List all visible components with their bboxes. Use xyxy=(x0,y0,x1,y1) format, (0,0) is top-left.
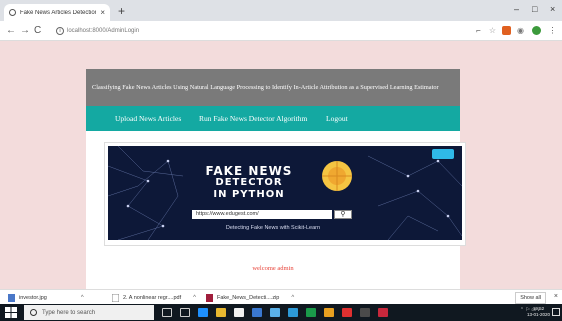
download-name: Fake_News_Detecti....zip xyxy=(217,294,280,301)
microphone-icon[interactable] xyxy=(162,308,172,317)
poster-title-line2: DETECTOR xyxy=(215,177,283,188)
app-icon[interactable] xyxy=(306,308,316,317)
search-icon: ⚲ xyxy=(334,210,352,219)
main-menu: Upload News Articles Run Fake News Detec… xyxy=(86,106,460,131)
taskbar-search-box[interactable]: Type here to search xyxy=(24,305,154,320)
extension-shield-icon[interactable]: ◉ xyxy=(516,26,525,35)
app-icon[interactable] xyxy=(360,308,370,317)
reload-button[interactable]: C xyxy=(34,25,41,37)
windows-taskbar: Type here to search ⌃ ⚐ ▭ ♪ 19:52 13-01-… xyxy=(0,304,562,321)
fake-news-poster-image: FAKE NEWS DETECTOR IN PYTHON https://www… xyxy=(108,146,462,240)
poster-title-line1: FAKE NEWS xyxy=(205,164,293,178)
address-text: localhost:8000/AdminLogin xyxy=(67,28,140,34)
zip-file-icon xyxy=(206,293,213,302)
browser-toolbar: ← → C i localhost:8000/AdminLogin ⌐ ☆ ◉ … xyxy=(0,21,562,41)
forward-button[interactable]: → xyxy=(20,25,30,37)
task-view-icon[interactable] xyxy=(180,308,190,317)
chevron-up-icon[interactable]: ^ xyxy=(193,295,196,301)
menu-run-detector[interactable]: Run Fake News Detector Algorithm xyxy=(199,106,307,131)
download-name: investor.jpg xyxy=(19,294,47,301)
edge-browser-icon[interactable] xyxy=(198,308,208,317)
chrome-icon[interactable] xyxy=(324,308,334,317)
browser-tab[interactable]: Fake News Articles Detection Usi × xyxy=(4,4,110,21)
poster-caption: Detecting Fake News with Scikit-Learn xyxy=(225,225,321,231)
download-item[interactable]: investor.jpg ^ xyxy=(8,290,84,305)
app-icon[interactable] xyxy=(270,308,280,317)
extension-icon[interactable] xyxy=(502,26,511,35)
banner-title: Classifying Fake News Articles Using Nat… xyxy=(92,84,439,91)
tab-title: Fake News Articles Detection Usi xyxy=(20,9,97,16)
star-icon[interactable]: ☆ xyxy=(488,26,497,35)
key-icon[interactable]: ⌐ xyxy=(474,26,483,35)
maximize-button[interactable]: □ xyxy=(532,4,537,14)
app-icon[interactable] xyxy=(342,308,352,317)
poster-title-line3: IN PYTHON xyxy=(213,189,285,200)
taskbar-search-placeholder: Type here to search xyxy=(42,309,96,316)
taskbar-clock[interactable]: 19:52 13-01-2020 xyxy=(527,306,550,318)
logo-badge-icon xyxy=(432,149,454,159)
globe-icon xyxy=(9,9,16,16)
welcome-message: welcome admin xyxy=(252,265,294,272)
download-item[interactable]: 2. A nonlinear regr....pdf ^ xyxy=(112,290,196,305)
content-area: FAKE NEWS DETECTOR IN PYTHON https://www… xyxy=(86,131,466,289)
file-explorer-icon[interactable] xyxy=(216,308,226,317)
page-viewport: Classifying Fake News Articles Using Nat… xyxy=(0,41,562,289)
notification-icon[interactable] xyxy=(552,308,560,316)
info-icon[interactable]: i xyxy=(56,27,64,35)
store-icon[interactable] xyxy=(234,308,244,317)
image-file-icon xyxy=(8,293,15,302)
download-item[interactable]: Fake_News_Detecti....zip ^ xyxy=(206,290,294,305)
profile-avatar[interactable] xyxy=(532,26,541,35)
menu-upload-news-articles[interactable]: Upload News Articles xyxy=(115,106,181,131)
windows-start-icon[interactable] xyxy=(5,307,17,318)
download-name: 2. A nonlinear regr....pdf xyxy=(123,294,182,301)
pdf-file-icon xyxy=(112,293,119,302)
menu-dots-icon[interactable]: ⋮ xyxy=(548,26,557,35)
app-icon[interactable] xyxy=(378,308,388,317)
close-window-button[interactable]: × xyxy=(550,4,555,14)
mail-icon[interactable] xyxy=(252,308,262,317)
close-shelf-button[interactable]: × xyxy=(554,293,558,300)
chevron-up-icon[interactable]: ^ xyxy=(291,295,294,301)
app-icon[interactable] xyxy=(288,308,298,317)
browser-tab-strip: Fake News Articles Detection Usi × + – □… xyxy=(0,0,562,21)
brain-icon xyxy=(322,161,352,191)
clock-date: 13-01-2020 xyxy=(526,312,550,317)
downloads-shelf: investor.jpg ^ 2. A nonlinear regr....pd… xyxy=(0,289,562,304)
tab-close-button[interactable]: × xyxy=(100,8,110,17)
menu-logout[interactable]: Logout xyxy=(326,106,348,131)
address-bar[interactable]: i localhost:8000/AdminLogin xyxy=(56,24,506,38)
new-tab-button[interactable]: + xyxy=(118,5,125,17)
chevron-up-icon[interactable]: ^ xyxy=(81,295,84,301)
show-all-downloads-button[interactable]: Show all xyxy=(515,292,546,304)
back-button[interactable]: ← xyxy=(6,25,16,37)
site-banner: Classifying Fake News Articles Using Nat… xyxy=(86,69,460,106)
poster-url-field: https://www.edugest.com/ xyxy=(192,210,332,219)
minimize-button[interactable]: – xyxy=(514,4,519,14)
cortana-icon xyxy=(30,309,37,316)
